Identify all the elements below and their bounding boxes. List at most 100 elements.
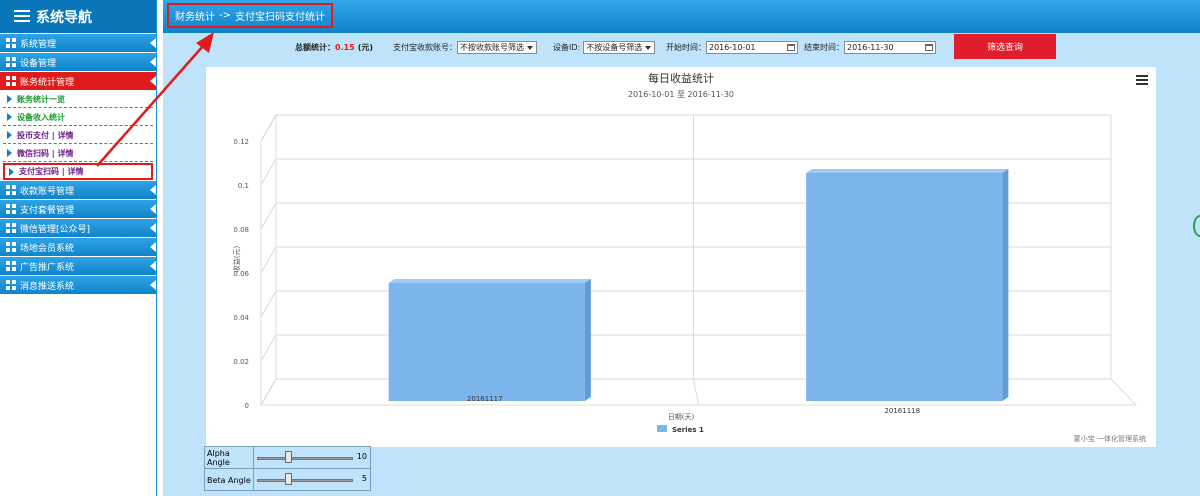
notch-icon [150,242,156,252]
alpha-angle-row: Alpha Angle 10 [205,447,370,469]
alpha-angle-label: Alpha Angle [205,447,254,468]
sidebar-item-label: 场地会员系统 [20,243,75,254]
bar-side-20161117 [584,279,591,401]
total-stat: 总额统计： 0.15 (元) [295,41,373,54]
sidebar-item-members[interactable]: 场地会员系统 [0,238,156,256]
dropdown-arrow-icon [527,46,533,50]
beta-angle-label: Beta Angle [205,469,254,491]
breadcrumb-separator: -> [219,10,231,21]
chart-title: 每日收益统计 [648,71,714,85]
y-tick-label: 0.12 [233,138,249,146]
sidebar-item-label: 收款账号管理 [20,186,75,197]
device-select[interactable]: 不按设备号筛选 [583,41,656,54]
sidebar-item-ads[interactable]: 广告推广系统 [0,257,156,275]
x-tick-label: 20161117 [467,395,503,403]
start-date-input[interactable]: 2016-10-01 [706,41,798,54]
submenu-item-label: 账务统计一览 [17,94,65,104]
device-select-value: 不按设备号筛选 [586,43,643,52]
account-label: 支付宝收款账号： [393,43,457,52]
bar-chart: 00.020.040.060.080.10.122016111720161118… [232,71,1138,434]
y-tick-label: 0 [245,402,249,410]
triangle-right-icon [9,167,14,176]
submenu-item-label: 投币支付 | 详情 [17,130,74,140]
filter-query-button[interactable]: 筛选查询 [954,34,1056,59]
chart-credits: 蒙小宝 一体化管理系统 [1073,435,1146,443]
bar-20161117 [388,283,585,401]
sidebar-item-label: 消息推送系统 [20,281,75,292]
calendar-icon[interactable] [787,44,795,51]
main-content: 财务统计 -> 支付宝扫码支付统计 总额统计： 0.15 (元) 支付宝收款账号… [163,0,1200,496]
submenu-item-finance-overview[interactable]: 账务统计一览 [3,91,153,108]
notch-icon [150,38,156,48]
angle-controls: Alpha Angle 10 Beta Angle 5 [204,446,371,491]
notch-icon [150,280,156,290]
end-date-value: 2016-11-30 [847,43,894,52]
submenu-item-wechat-scan[interactable]: 微信扫码 | 详情 [3,145,153,162]
y-axis-label: 收益(元) [232,246,241,273]
end-date-filter: 结束时间： 2016-11-30 [804,41,936,54]
total-value: 0.15 [335,43,355,52]
notch-icon [150,185,156,195]
alpha-angle-slider-thumb[interactable] [285,451,292,463]
grid-icon [6,57,16,67]
x-axis-label: 日期(天) [668,413,695,421]
y-tick-label: 0.1 [238,182,249,190]
sidebar-item-finance[interactable]: 账务统计管理 [0,72,156,90]
beta-angle-slider-thumb[interactable] [285,473,292,485]
top-bar: 财务统计 -> 支付宝扫码支付统计 [163,0,1200,33]
triangle-right-icon [7,113,12,121]
x-tick-label: 20161118 [884,407,920,415]
beta-angle-slider[interactable] [257,479,353,482]
notch-icon [150,223,156,233]
sidebar-item-packages[interactable]: 支付套餐管理 [0,200,156,218]
dropdown-arrow-icon [645,46,652,50]
grid-icon [6,223,16,233]
sidebar-item-wechat[interactable]: 微信管理[公众号] [0,219,156,237]
bar-top-20161118 [806,169,1009,173]
sidebar: 系统导航 系统管理 设备管理 账务统计管理 账务统计一览 设备收入统计 投币支付… [0,0,157,496]
notch-icon [150,76,156,86]
sidebar-item-label: 微信管理[公众号] [20,224,91,235]
triangle-right-icon [7,149,12,157]
grid-icon [6,204,16,214]
breadcrumb-parent[interactable]: 财务统计 [175,8,215,23]
grid-icon [6,38,16,48]
bar-top-20161117 [388,279,591,283]
triangle-right-icon [7,131,12,139]
notch-icon [150,261,156,271]
start-date-filter: 开始时间： 2016-10-01 [666,41,798,54]
account-filter: 支付宝收款账号： 不按收款账号筛选 [393,41,537,54]
sidebar-item-messages[interactable]: 消息推送系统 [0,276,156,294]
notch-icon [150,204,156,214]
bar-side-20161118 [1002,169,1009,401]
account-select[interactable]: 不按收款账号筛选 [457,41,537,54]
legend-label: Series 1 [672,426,704,434]
calendar-icon[interactable] [925,44,933,51]
alpha-angle-slider[interactable] [257,457,353,460]
sidebar-item-label: 广告推广系统 [20,262,75,273]
grid-icon [6,280,16,290]
sidebar-item-device[interactable]: 设备管理 [0,53,156,71]
edge-indicator-icon [1193,215,1200,237]
total-unit: (元) [357,43,374,52]
submenu-item-alipay-scan[interactable]: 支付宝扫码 | 详情 [3,163,153,180]
sidebar-item-label: 账务统计管理 [20,77,75,88]
triangle-right-icon [7,95,12,103]
beta-angle-value: 5 [361,474,367,483]
sidebar-item-accounts[interactable]: 收款账号管理 [0,181,156,199]
sidebar-item-label: 设备管理 [20,58,57,69]
bar-20161118 [806,173,1003,401]
chart-menu-icon[interactable] [1136,75,1148,85]
grid-icon [6,261,16,271]
submenu-item-coin-payment[interactable]: 投币支付 | 详情 [3,127,153,144]
account-select-value: 不按收款账号筛选 [460,43,524,52]
submenu-item-device-income[interactable]: 设备收入统计 [3,109,153,126]
start-date-label: 开始时间： [666,43,706,52]
grid-icon [6,76,16,86]
alpha-angle-value: 10 [356,452,367,461]
sidebar-item-label: 支付套餐管理 [20,205,75,216]
sidebar-item-system[interactable]: 系统管理 [0,34,156,52]
sidebar-item-label: 系统管理 [20,39,57,50]
end-date-input[interactable]: 2016-11-30 [844,41,936,54]
breadcrumb: 财务统计 -> 支付宝扫码支付统计 [167,3,333,28]
